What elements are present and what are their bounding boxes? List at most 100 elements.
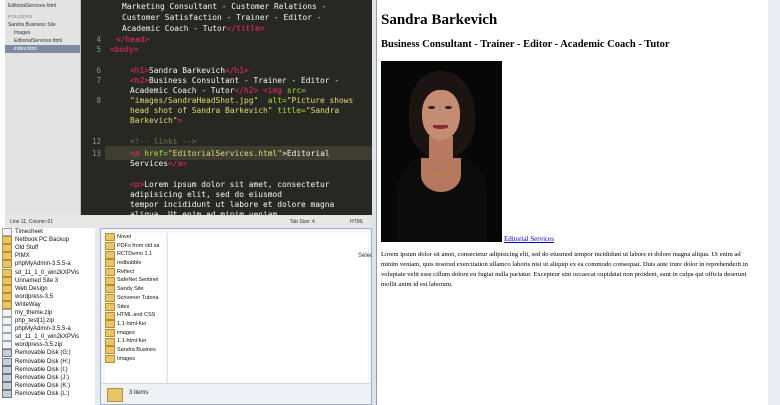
tree-item-label: Netbook PC Backup xyxy=(15,237,70,244)
tree-item[interactable]: Sandy Site xyxy=(105,285,165,294)
editor-sidebar: EditorialServices.html FOLDERS Sandra Bu… xyxy=(5,0,81,215)
code-line: Services</a> xyxy=(130,159,188,168)
tree-item-label: wordpress-3.5 xyxy=(15,293,54,300)
folder-icon xyxy=(2,268,12,277)
editor-status-bar: Line 11, Column 61 Tab Size: 4 HTML xyxy=(5,215,372,228)
tree-item-label: sd_11_1_0_win2kXPVis xyxy=(15,334,80,341)
tree-item[interactable]: Removable Disk (L:) xyxy=(0,389,100,398)
drive-icon xyxy=(2,373,12,382)
drive-icon xyxy=(2,357,12,366)
tree-item[interactable]: Removable Disk (G:) xyxy=(0,349,100,358)
tree-item[interactable]: HTML and CSS xyxy=(105,311,165,320)
tree-item[interactable]: Sites xyxy=(105,302,165,312)
tree-item[interactable]: sd_11_1_0_win2kXPVis xyxy=(0,268,100,277)
rendered-page: Sandra Barkevich Business Consultant - T… xyxy=(376,0,770,405)
cursor-position: Line 11, Column 61 xyxy=(10,219,53,225)
tree-item-label: Timesheet xyxy=(15,229,43,236)
tree-item-label: Sandra Busines xyxy=(117,346,156,353)
tree-item-label: Novel xyxy=(117,234,132,240)
tree-item[interactable]: wordpress-3.5 xyxy=(0,292,100,301)
line-number: 8 xyxy=(96,96,101,105)
explorer-front-content-pane[interactable] xyxy=(167,233,368,385)
tree-item[interactable]: PIMX xyxy=(0,252,100,261)
tree-item-label: WriteWay xyxy=(15,301,41,308)
tree-item[interactable]: 1.1-html-fun xyxy=(105,337,165,346)
tree-item[interactable]: Sandra Busines xyxy=(105,346,165,355)
browser-window: Sandra Barkevich Business Consultant - T… xyxy=(372,0,780,405)
folder-icon xyxy=(2,276,12,285)
tree-item-label: wordpress-3.5.zip xyxy=(15,342,63,349)
tree-item-label: phpMyAdmin-3.5.5-a xyxy=(15,261,71,268)
tree-item[interactable]: Unnamed Site 3 xyxy=(0,276,100,285)
page-heading: Sandra Barkevich xyxy=(381,12,498,28)
folder-icon xyxy=(105,294,115,303)
tree-item[interactable]: sd_11_1_0_win2kXPVis xyxy=(0,333,100,342)
code-line: </head> xyxy=(116,35,150,44)
folder-icon xyxy=(107,388,123,402)
drive-icon xyxy=(2,389,12,398)
tree-item[interactable]: 1.1-html-fun xyxy=(105,320,165,329)
file-icon xyxy=(2,228,12,237)
syntax-selector[interactable]: HTML xyxy=(350,219,364,225)
tree-item[interactable]: Reflect xyxy=(105,268,165,277)
editorial-services-link[interactable]: Editorial Services xyxy=(504,235,554,243)
tree-item[interactable]: redbubble xyxy=(105,259,165,268)
tree-item[interactable]: Images xyxy=(105,354,165,364)
tree-item[interactable]: WriteWay xyxy=(0,300,100,309)
code-line: <h2>Business Consultant - Trainer - Edit… xyxy=(130,76,340,85)
tree-item[interactable]: Timesheet xyxy=(0,228,100,237)
tree-item[interactable]: php_test[1].zip xyxy=(0,317,100,326)
tree-item-label: Removable Disk (I:) xyxy=(15,366,68,373)
folder-icon xyxy=(105,328,115,337)
tree-item[interactable]: Scrivener Tutoria xyxy=(105,294,165,303)
tree-item[interactable]: phpMyAdmin-3.5.5-a xyxy=(0,260,100,269)
tree-item[interactable]: RCTDemo 1.1 xyxy=(105,250,165,259)
sidebar-item-site-folder[interactable]: Sandra Business Site xyxy=(5,21,80,29)
line-number: 12 xyxy=(91,137,101,146)
file-icon xyxy=(2,341,12,350)
tree-item[interactable]: Old Stuff xyxy=(0,244,100,253)
tree-item-label: 1.1-html-fun xyxy=(117,338,147,345)
tree-item[interactable]: Novel xyxy=(105,233,165,242)
tree-item[interactable]: PDFs from old sa xyxy=(105,242,165,251)
sidebar-item-images-folder[interactable]: Images xyxy=(5,29,80,37)
browser-scrollbar[interactable] xyxy=(768,0,780,405)
code-line: adipisicing elit, sed do eiusmod xyxy=(130,190,283,199)
explorer-window-front: Novel PDFs from old sa RCTDemo 1.1 redbubbl… xyxy=(100,228,372,405)
code-line: <body> xyxy=(110,45,139,54)
line-number: 5 xyxy=(96,45,101,54)
tree-item-label: Scrivener Tutoria xyxy=(117,294,159,301)
code-line: Academic Coach - Tutor</title> xyxy=(122,24,265,33)
file-icon xyxy=(2,325,12,334)
tree-item-label: redbubble xyxy=(117,260,142,267)
line-number: 6 xyxy=(96,66,101,75)
headshot-photo xyxy=(381,61,502,242)
sidebar-item-index-file[interactable]: index.html xyxy=(5,45,80,53)
line-number: 4 xyxy=(96,35,101,44)
drive-icon xyxy=(2,349,12,358)
line-number: 7 xyxy=(96,76,101,85)
folder-icon xyxy=(105,285,115,294)
tree-item[interactable]: Removable Disk (K:) xyxy=(0,381,100,390)
tree-item[interactable]: Removable Disk (J:) xyxy=(0,373,100,382)
tree-item[interactable]: Removable Disk (H:) xyxy=(0,357,100,366)
tab-size-selector[interactable]: Tab Size: 4 xyxy=(290,219,315,225)
tree-item-label: PDFs from old sa xyxy=(117,242,160,249)
tree-item[interactable]: Web Design xyxy=(0,284,100,293)
folder-icon xyxy=(105,346,115,355)
tree-item[interactable]: images xyxy=(105,328,165,338)
sidebar-item-editorial-file[interactable]: EditorialServices.html xyxy=(5,37,80,45)
tree-item[interactable]: phpMyAdmin-3.5.5-a xyxy=(0,325,100,334)
folder-icon xyxy=(2,252,12,261)
folder-icon xyxy=(105,337,115,346)
open-file-item[interactable]: EditorialServices.html xyxy=(5,2,80,10)
tree-item[interactable]: my_theme.zip xyxy=(0,308,100,317)
tree-item[interactable]: SafeNet Sentinel xyxy=(105,276,165,285)
lorem-paragraph: Lorem ipsum dolor sit amet, consectetur … xyxy=(381,251,748,288)
tree-item[interactable]: Removable Disk (I:) xyxy=(0,365,100,374)
tree-item-label: Web Design xyxy=(15,285,48,292)
tree-item[interactable]: wordpress-3.5.zip xyxy=(0,341,100,350)
tree-item[interactable]: Netbook PC Backup xyxy=(0,236,100,245)
code-line: "images/SandraHeadShot.jpg" alt="Picture… xyxy=(130,96,354,105)
code-area[interactable]: Marketing Consultant - Customer Relation… xyxy=(110,0,366,219)
